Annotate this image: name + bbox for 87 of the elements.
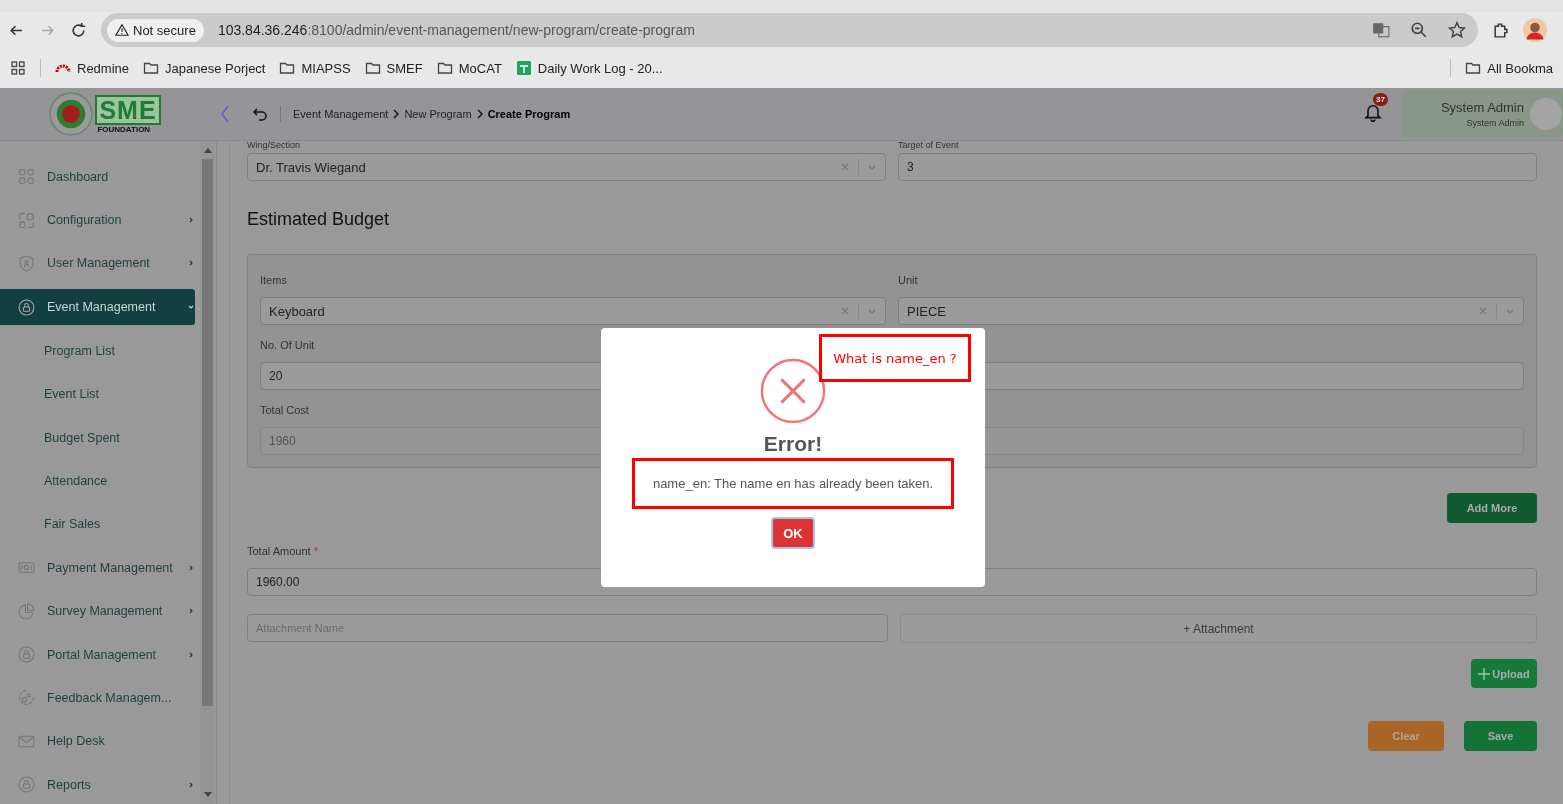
field-label: Total Amount *: [247, 545, 319, 559]
save-button[interactable]: Save: [1464, 721, 1537, 751]
bookmark[interactable]: MIAPSS: [279, 60, 351, 76]
field-label: Target of Event: [898, 141, 960, 149]
avatar: [1530, 98, 1562, 130]
reload-icon[interactable]: [70, 21, 87, 39]
submenu-item[interactable]: Fair Sales: [0, 502, 195, 547]
undo-icon[interactable]: [252, 106, 268, 122]
submenu-item[interactable]: Program List: [0, 329, 195, 373]
section-title: Estimated Budget: [247, 209, 391, 230]
profile-avatar[interactable]: [1523, 18, 1547, 42]
upload-button[interactable]: Upload: [1471, 659, 1537, 688]
pie-chart-icon: [18, 602, 35, 620]
bookmark[interactable]: SMEF: [364, 60, 423, 76]
sidebar-item[interactable]: Event Management: [0, 289, 195, 326]
user-name: System Admin: [1440, 100, 1524, 115]
dialog-message: name_en: The name en has already been taken.: [652, 476, 934, 491]
sidebar-item[interactable]: Configuration: [0, 198, 195, 242]
apps-icon[interactable]: [10, 60, 26, 76]
bookmark[interactable]: Japanese Porject: [143, 60, 266, 76]
grid-icon: [18, 168, 35, 186]
breadcrumb-link[interactable]: New Program: [404, 108, 472, 120]
lock-icon: [18, 298, 35, 316]
logo-letters: SME: [95, 94, 161, 125]
all-bookmarks[interactable]: All Bookma: [1465, 60, 1553, 76]
lock-icon: [18, 776, 35, 794]
scroll-down-icon[interactable]: [203, 792, 212, 798]
user-role: System Admin: [1466, 118, 1524, 128]
translate-icon[interactable]: [1372, 21, 1390, 39]
sidebar-item[interactable]: Feedback Managem...: [0, 676, 195, 720]
sidebar-item[interactable]: User Management: [0, 241, 195, 286]
attachment-button[interactable]: + Attachment: [900, 614, 1537, 643]
security-label: Not secure: [133, 22, 196, 38]
notification-badge: 37: [1373, 93, 1388, 106]
sidebar-item[interactable]: Survey Management: [0, 589, 195, 633]
error-icon: [760, 358, 826, 424]
field-label: Unit: [898, 274, 919, 288]
dialog-title: Error!: [763, 432, 823, 456]
user-card[interactable]: System Admin System Admin: [1403, 91, 1563, 137]
sidebar-item[interactable]: Payment Management: [0, 546, 195, 590]
star-icon[interactable]: [1448, 21, 1466, 39]
security-chip[interactable]: Not secure: [107, 18, 204, 42]
feedback-icon: [18, 689, 35, 707]
sidebar-item[interactable]: Dashboard: [0, 155, 195, 199]
bookmark[interactable]: Redmine: [55, 60, 130, 76]
field-label: No. Of Unit: [260, 339, 316, 353]
shapes-icon: [18, 211, 35, 229]
address-bar[interactable]: Not secure 103.84.36.246:8100/admin/event-management/new-program/create-program: [101, 13, 1478, 47]
sidebar-item[interactable]: Portal Management: [0, 632, 195, 677]
logo-caption: FOUNDATION: [97, 124, 151, 134]
field-label: Total Cost: [260, 404, 310, 418]
folder-icon: [143, 60, 160, 76]
folder-icon: [279, 60, 296, 76]
scroll-thumb[interactable]: [202, 159, 213, 706]
collapse-icon[interactable]: [220, 104, 230, 124]
chevron-icon: [392, 109, 401, 119]
sidebar-item[interactable]: Help Desk: [0, 719, 195, 764]
lock-icon: [18, 646, 35, 664]
submenu-item[interactable]: Budget Spent: [0, 415, 195, 460]
scrollbar[interactable]: [200, 141, 215, 804]
input-field[interactable]: 3: [898, 153, 1537, 181]
sidebar-item[interactable]: Reports: [0, 763, 195, 804]
emblem-icon: [49, 92, 94, 136]
breadcrumb-link[interactable]: Create Program: [487, 108, 571, 120]
bookmark[interactable]: MoCAT: [436, 60, 502, 76]
breadcrumb-link[interactable]: Event Management: [293, 108, 389, 120]
url-text: 103.84.36.246:8100/admin/event-management/new-program/create-program: [217, 22, 695, 38]
bookmark[interactable]: Daily Work Log - 20...: [515, 60, 663, 76]
bell-icon[interactable]: [1363, 102, 1383, 122]
warning-icon: [115, 23, 129, 37]
scroll-up-icon[interactable]: [203, 147, 212, 153]
folder-icon: [1465, 60, 1482, 76]
plus-icon: [1478, 667, 1491, 680]
ok-button[interactable]: OK: [771, 517, 815, 549]
sheet-icon: [515, 60, 532, 76]
add-more-button[interactable]: Add More: [1447, 493, 1537, 523]
folder-icon: [436, 60, 453, 76]
folder-icon: [364, 60, 381, 76]
submenu-item[interactable]: Event List: [0, 372, 195, 416]
annotation-note: What is name_en ?: [819, 334, 971, 382]
field-label: Items: [260, 274, 288, 288]
field-label: Wing/Section: [247, 141, 302, 149]
extensions-icon[interactable]: [1492, 21, 1509, 39]
zoom-out-icon[interactable]: [1410, 21, 1428, 39]
submenu-item[interactable]: Attendance: [0, 459, 195, 503]
shield-icon: [18, 254, 35, 272]
chevron-icon: [475, 109, 484, 119]
